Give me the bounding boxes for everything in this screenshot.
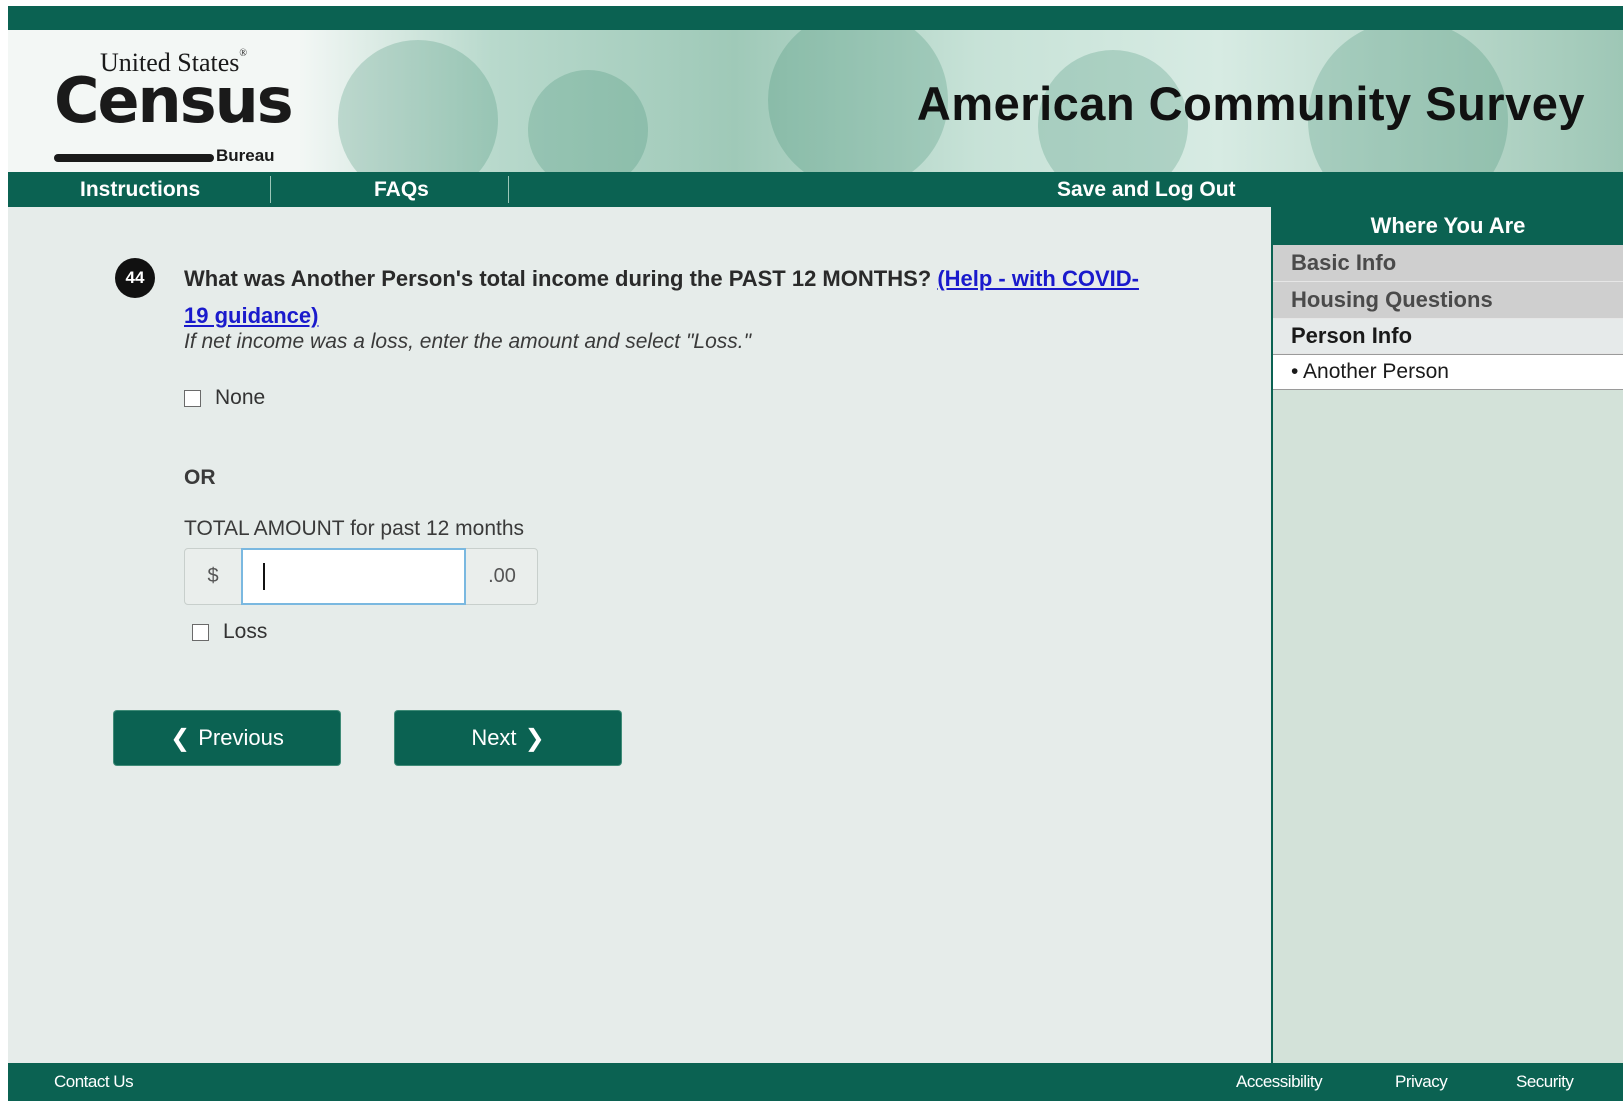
logo-census-text: Census [54,64,294,137]
sidebar-section-basic-info[interactable]: Basic Info [1273,245,1623,282]
nav-instructions-link[interactable]: Instructions [80,172,200,207]
security-link[interactable]: Security [1516,1063,1574,1101]
logo-bureau-text: Bureau [216,146,275,165]
banner-photo-texture [528,70,648,172]
survey-title: American Community Survey [916,77,1585,130]
privacy-link[interactable]: Privacy [1395,1063,1448,1101]
none-option[interactable]: None [184,386,265,410]
nav-divider [508,176,509,203]
nav-divider [270,176,271,203]
chevron-right-icon: ❯ [524,724,545,752]
loss-checkbox[interactable] [192,623,209,641]
accessibility-link[interactable]: Accessibility [1236,1063,1323,1101]
none-checkbox[interactable] [184,389,201,407]
sidebar-section-person-info[interactable]: Person Info [1273,319,1623,354]
previous-label: Previous [198,725,284,750]
census-bureau-logo[interactable]: United States® Census Bureau [54,48,314,165]
previous-button[interactable]: ❮ Previous [114,711,340,765]
amount-input-group: $ .00 [184,548,538,605]
next-button[interactable]: Next ❯ [395,711,621,765]
question-instruction: If net income was a loss, enter the amou… [184,330,752,353]
contact-us-link[interactable]: Contact Us [54,1063,134,1101]
nav-faqs-link[interactable]: FAQs [374,172,429,207]
logo-underline-bar [54,154,214,162]
where-you-are-title: Where You Are [1273,207,1623,245]
question-text: What was Another Person's total income d… [184,260,1144,334]
none-label: None [215,386,266,409]
text-cursor [263,563,265,590]
top-nav: Instructions FAQs Save and Log Out [8,172,1623,207]
sidebar-section-housing-questions[interactable]: Housing Questions [1273,282,1623,319]
loss-label: Loss [223,620,268,643]
loss-option[interactable]: Loss [192,620,267,644]
footer: Contact Us Accessibility Privacy Securit… [8,1063,1623,1101]
banner-photo-texture [338,40,498,172]
question-prompt: What was Another Person's total income d… [184,266,938,291]
or-label: OR [184,466,216,489]
cents-addon: .00 [488,565,516,587]
amount-label: TOTAL AMOUNT for past 12 months [184,517,525,540]
dollar-sign-addon: $ [207,565,219,587]
header-banner: United States® Census Bureau American Co… [8,30,1623,172]
logo-registered-mark: ® [239,48,247,59]
where-you-are-panel: Where You Are Basic Info Housing Questio… [1271,207,1623,1063]
sidebar-item-another-person[interactable]: • Another Person [1273,354,1623,390]
next-label: Next [471,725,517,750]
question-number-badge: 44 [115,258,155,298]
page-frame: United States® Census Bureau American Co… [8,6,1623,1101]
total-amount-input[interactable] [241,548,466,605]
top-strip [8,6,1623,30]
save-and-log-out-link[interactable]: Save and Log Out [1057,172,1236,207]
chevron-left-icon: ❮ [170,724,191,752]
